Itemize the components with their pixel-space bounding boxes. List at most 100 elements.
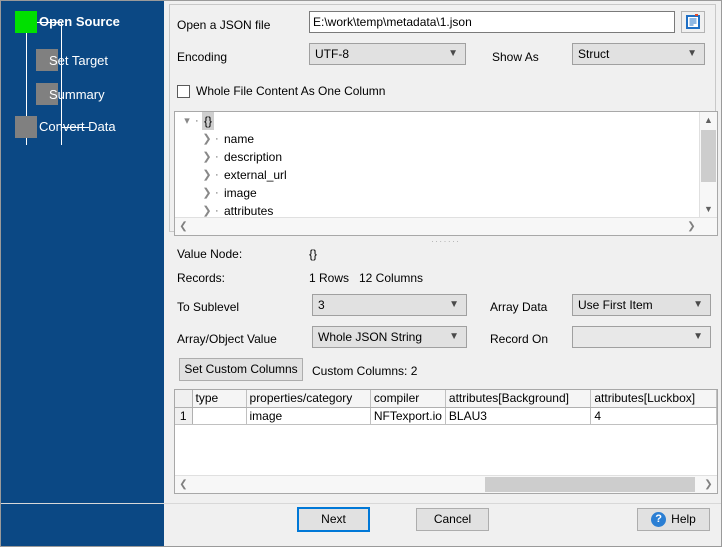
tree-node-image[interactable]: ❯·image [175, 184, 700, 202]
cell-attributes-luckbox[interactable]: 4 [591, 407, 717, 424]
custom-columns-count: Custom Columns: 2 [312, 364, 417, 378]
help-button-label: Help [671, 512, 696, 526]
cell-attributes-background[interactable]: BLAU3 [445, 407, 590, 424]
tree-vscroll-thumb[interactable] [701, 130, 716, 182]
scroll-right-icon[interactable]: ❯ [700, 476, 717, 493]
right-chevron-icon[interactable]: ❯ [199, 148, 215, 166]
right-chevron-icon[interactable]: ❯ [199, 202, 215, 218]
column-header-compiler[interactable]: compiler [370, 390, 445, 407]
row-header-corner [175, 390, 192, 407]
preview-table: type properties/category compiler attrib… [175, 390, 717, 425]
records-rows-value: 1 Rows [309, 271, 349, 285]
tree-node-name[interactable]: ❯·name [175, 130, 700, 148]
grid-horizontal-scrollbar[interactable]: ❮ ❯ [175, 475, 717, 493]
chevron-down-icon: ▼ [693, 327, 703, 347]
value-node-label: Value Node: [177, 247, 242, 261]
step-marker-convert-data[interactable] [15, 116, 37, 138]
right-chevron-icon[interactable]: ❯ [199, 130, 215, 148]
array-object-value-value: Whole JSON String [318, 330, 422, 344]
tree-node-root-label: {} [202, 112, 214, 130]
cancel-button[interactable]: Cancel [416, 508, 489, 531]
step-label-open-source[interactable]: Open Source [39, 14, 120, 29]
chevron-down-icon: ▼ [687, 44, 697, 64]
array-data-select[interactable]: Use First Item ▼ [572, 294, 711, 316]
tree-node-description[interactable]: ❯·description [175, 148, 700, 166]
array-data-label: Array Data [490, 300, 547, 314]
step-label-summary[interactable]: Summary [49, 87, 105, 102]
right-chevron-icon[interactable]: ❯ [199, 166, 215, 184]
tree-node-label: image [222, 184, 259, 202]
value-node-value: {} [309, 247, 317, 261]
tree-dot: · [215, 148, 222, 166]
tree-dot: · [215, 202, 222, 218]
column-header-attributes-luckbox[interactable]: attributes[Luckbox] [591, 390, 717, 407]
record-on-label: Record On [490, 332, 548, 346]
tree-vertical-scrollbar[interactable]: ▲ ▼ [699, 112, 717, 218]
scroll-left-icon[interactable]: ❮ [175, 218, 192, 235]
tree-node-attributes[interactable]: ❯·attributes [175, 202, 700, 218]
json-import-wizard-window: Open Source Set Target Summary Convert D… [0, 0, 722, 547]
set-custom-columns-button[interactable]: Set Custom Columns [179, 358, 303, 381]
tree-node-root[interactable]: ▾·{} [175, 112, 700, 130]
wizard-steps-sidebar: Open Source Set Target Summary Convert D… [1, 1, 164, 546]
tree-horizontal-scrollbar[interactable]: ❮ ❯ [175, 217, 717, 235]
preview-data-grid[interactable]: type properties/category compiler attrib… [174, 389, 718, 494]
file-label: Open a JSON file [177, 18, 270, 32]
step-label-convert-data[interactable]: Convert Data [39, 119, 116, 134]
scroll-left-icon[interactable]: ❮ [175, 476, 192, 493]
encoding-select[interactable]: UTF-8 ▼ [309, 43, 466, 65]
tree-content: ▾·{} ❯·name ❯·description ❯·external_url… [175, 112, 700, 218]
grid-hscroll-thumb[interactable] [485, 477, 695, 492]
array-object-value-select[interactable]: Whole JSON String ▼ [312, 326, 467, 348]
record-on-select[interactable]: ▼ [572, 326, 711, 348]
to-sublevel-label: To Sublevel [177, 300, 239, 314]
chevron-down-icon: ▼ [449, 327, 459, 347]
panel-splitter[interactable]: ‧‧‧‧‧‧‧ [174, 237, 718, 244]
tree-node-label: attributes [222, 202, 275, 218]
tree-node-label: external_url [222, 166, 289, 184]
scroll-right-icon[interactable]: ❯ [683, 218, 700, 235]
next-button[interactable]: Next [297, 507, 370, 532]
show-as-value: Struct [578, 47, 609, 61]
tree-dot: · [215, 130, 222, 148]
chevron-down-icon: ▼ [449, 295, 459, 315]
question-mark-icon: ? [651, 512, 666, 527]
tree-node-label: description [222, 148, 284, 166]
records-label: Records: [177, 271, 225, 285]
help-button[interactable]: ? Help [637, 508, 710, 531]
step-marker-open-source[interactable] [15, 11, 37, 33]
column-header-attributes-background[interactable]: attributes[Background] [445, 390, 590, 407]
encoding-label: Encoding [177, 50, 227, 64]
array-data-value: Use First Item [578, 298, 653, 312]
column-header-properties-category[interactable]: properties/category [246, 390, 370, 407]
column-header-type[interactable]: type [192, 390, 246, 407]
table-header-row: type properties/category compiler attrib… [175, 390, 717, 407]
row-number[interactable]: 1 [175, 407, 192, 424]
chevron-down-icon: ▼ [693, 295, 703, 315]
scroll-down-icon[interactable]: ▼ [700, 201, 717, 218]
open-file-icon [685, 14, 701, 30]
to-sublevel-value: 3 [318, 298, 325, 312]
file-path-input[interactable] [309, 11, 675, 33]
tree-dot: · [215, 166, 222, 184]
to-sublevel-select[interactable]: 3 ▼ [312, 294, 467, 316]
down-chevron-icon[interactable]: ▾ [179, 112, 195, 130]
tree-node-external-url[interactable]: ❯·external_url [175, 166, 700, 184]
whole-file-as-one-column-label: Whole File Content As One Column [196, 84, 385, 98]
whole-file-as-one-column-checkbox[interactable]: Whole File Content As One Column [177, 84, 385, 98]
table-row[interactable]: 1 image NFTexport.io BLAU3 4 [175, 407, 717, 424]
scroll-up-icon[interactable]: ▲ [700, 112, 717, 129]
browse-file-button[interactable] [681, 11, 705, 33]
show-as-select[interactable]: Struct ▼ [572, 43, 705, 65]
tree-node-label: name [222, 130, 256, 148]
splitter-grip: ‧‧‧‧‧‧‧ [431, 239, 461, 246]
tree-dot: · [215, 184, 222, 202]
checkbox-box[interactable] [177, 85, 190, 98]
step-label-set-target[interactable]: Set Target [49, 53, 108, 68]
records-columns-value: 12 Columns [359, 271, 423, 285]
right-chevron-icon[interactable]: ❯ [199, 184, 215, 202]
json-structure-tree[interactable]: ▾·{} ❯·name ❯·description ❯·external_url… [174, 111, 718, 236]
cell-compiler[interactable]: NFTexport.io [370, 407, 445, 424]
cell-type[interactable] [192, 407, 246, 424]
cell-properties-category[interactable]: image [246, 407, 370, 424]
